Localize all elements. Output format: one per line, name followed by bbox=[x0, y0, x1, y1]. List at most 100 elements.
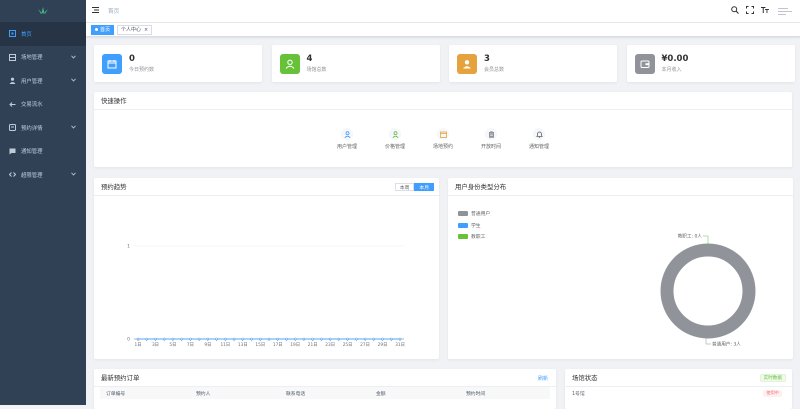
stat-value: 0 bbox=[129, 54, 135, 64]
sidebar-item-label: 超限管理 bbox=[21, 172, 43, 179]
refresh-link[interactable]: 刷新 bbox=[538, 375, 548, 382]
callout-line bbox=[703, 235, 709, 244]
trend-point[interactable] bbox=[320, 337, 323, 341]
card-title: 预约趋势 bbox=[101, 183, 127, 191]
y-tick-label: 0 bbox=[127, 337, 130, 343]
stat-label: 本月收入 bbox=[661, 67, 682, 73]
trend-point[interactable] bbox=[381, 337, 384, 341]
stat-card: ¥0.00 本月收入 bbox=[626, 45, 795, 82]
calendar-icon bbox=[102, 53, 122, 74]
toggle-week[interactable]: 本周 bbox=[394, 183, 415, 191]
sidebar-item-label: 用户管理 bbox=[21, 78, 43, 85]
trend-point[interactable] bbox=[154, 337, 157, 341]
trend-point[interactable] bbox=[171, 337, 175, 341]
trend-point[interactable] bbox=[197, 337, 201, 341]
trend-point[interactable] bbox=[162, 337, 166, 341]
x-tick-label: 31日 bbox=[395, 342, 405, 348]
x-tick-label: 21日 bbox=[308, 342, 318, 348]
quick-actions-card: 快速操作 用户管理 价格管理 场地预约 开放时间 通知管理 bbox=[94, 92, 792, 167]
trend-point[interactable] bbox=[311, 337, 314, 341]
trend-point[interactable] bbox=[145, 337, 149, 341]
trend-point[interactable] bbox=[250, 337, 253, 341]
trend-point[interactable] bbox=[215, 337, 218, 341]
breadcrumb[interactable]: 首页 bbox=[108, 7, 119, 15]
back-arrow-icon bbox=[8, 101, 16, 108]
hamburger-icon[interactable] bbox=[92, 7, 99, 15]
trend-point[interactable] bbox=[355, 337, 358, 341]
sidebar-item[interactable]: 通知管理 bbox=[0, 140, 86, 164]
chevron-down-icon bbox=[71, 55, 76, 61]
x-tick-label: 5日 bbox=[169, 342, 176, 348]
tag-profile[interactable]: 个人中心 × bbox=[117, 24, 153, 35]
quick-action[interactable]: 开放时间 bbox=[467, 128, 515, 150]
trend-point[interactable] bbox=[337, 337, 341, 341]
trend-point[interactable] bbox=[224, 337, 227, 341]
sidebar-item-label: 预约详情 bbox=[21, 125, 43, 132]
search-icon[interactable] bbox=[731, 6, 739, 16]
column-header: 预约人 bbox=[196, 391, 211, 397]
trend-point[interactable] bbox=[180, 337, 183, 341]
orders-card: 最新预约订单 刷新 订单编号 预约人 联系电话 金额 预约时间 bbox=[94, 369, 556, 409]
tag-home[interactable]: 首页 bbox=[91, 24, 115, 35]
trend-point[interactable] bbox=[267, 337, 271, 341]
quick-action[interactable]: 价格管理 bbox=[371, 128, 419, 150]
sidebar-item[interactable]: 用户管理 bbox=[0, 69, 86, 93]
period-toggle: 本周 本月 bbox=[394, 183, 434, 191]
trend-point[interactable] bbox=[346, 337, 349, 341]
stat-card: 0 今日预约数 bbox=[94, 45, 262, 82]
bell-icon bbox=[533, 128, 545, 140]
trend-point[interactable] bbox=[241, 337, 245, 341]
trend-point[interactable] bbox=[372, 337, 376, 341]
toggle-month[interactable]: 本月 bbox=[414, 183, 434, 191]
callout-label: 教职工: 0人 bbox=[678, 233, 703, 240]
sidebar-item[interactable]: 交易流水 bbox=[0, 93, 86, 117]
x-tick-label: 1日 bbox=[134, 342, 141, 348]
sidebar-item-label: 场地管理 bbox=[21, 55, 43, 62]
callout-line bbox=[705, 338, 711, 345]
sidebar-item-label: 交易流水 bbox=[21, 102, 43, 109]
trend-point[interactable] bbox=[328, 337, 332, 341]
sidebar-item[interactable]: 场地管理 bbox=[0, 46, 86, 70]
pie-slice[interactable] bbox=[660, 243, 756, 339]
trend-point[interactable] bbox=[258, 337, 262, 341]
home-icon bbox=[8, 30, 16, 38]
stat-label: 今日预约数 bbox=[129, 67, 155, 73]
user-icon bbox=[8, 77, 16, 85]
avatar[interactable] bbox=[778, 5, 792, 17]
trend-point[interactable] bbox=[206, 337, 210, 341]
trend-point[interactable] bbox=[276, 337, 280, 341]
venue-name: 1号馆 bbox=[572, 391, 585, 397]
sidebar-item-label: 首页 bbox=[21, 31, 32, 38]
quick-action[interactable]: 用户管理 bbox=[323, 128, 371, 150]
card-title: 场馆状态 bbox=[572, 374, 598, 382]
quick-action[interactable]: 通知管理 bbox=[515, 128, 563, 150]
sidebar-item[interactable]: 超限管理 bbox=[0, 163, 86, 187]
trend-point[interactable] bbox=[293, 337, 297, 341]
trend-point[interactable] bbox=[285, 337, 288, 341]
stat-value: 3 bbox=[484, 54, 490, 64]
x-tick-label: 29日 bbox=[378, 342, 388, 348]
card-title: 最新预约订单 bbox=[101, 374, 140, 382]
quick-action[interactable]: 场地预约 bbox=[419, 128, 467, 150]
stat-value: 4 bbox=[306, 54, 313, 64]
column-header: 金额 bbox=[376, 391, 386, 397]
trend-point[interactable] bbox=[398, 337, 402, 341]
x-tick-label: 13日 bbox=[238, 342, 248, 348]
quick-action-label: 用户管理 bbox=[336, 144, 357, 150]
fullscreen-icon[interactable] bbox=[746, 6, 754, 16]
close-icon[interactable]: × bbox=[144, 27, 148, 33]
x-tick-label: 27日 bbox=[360, 342, 370, 348]
trend-point[interactable] bbox=[389, 337, 393, 341]
trend-point[interactable] bbox=[302, 337, 306, 341]
trend-point[interactable] bbox=[232, 337, 236, 341]
trend-point[interactable] bbox=[363, 337, 367, 341]
trend-point[interactable] bbox=[136, 337, 140, 341]
sidebar-item-label: 通知管理 bbox=[21, 149, 43, 156]
font-size-icon[interactable] bbox=[761, 6, 769, 16]
tags-view: 首页 个人中心 × bbox=[86, 22, 800, 37]
clipboard-icon bbox=[485, 128, 497, 140]
lotus-logo-icon bbox=[38, 7, 48, 14]
trend-point[interactable] bbox=[189, 337, 192, 341]
sidebar-item[interactable]: 首页 bbox=[0, 22, 86, 46]
sidebar-item[interactable]: 预约详情 bbox=[0, 116, 86, 140]
